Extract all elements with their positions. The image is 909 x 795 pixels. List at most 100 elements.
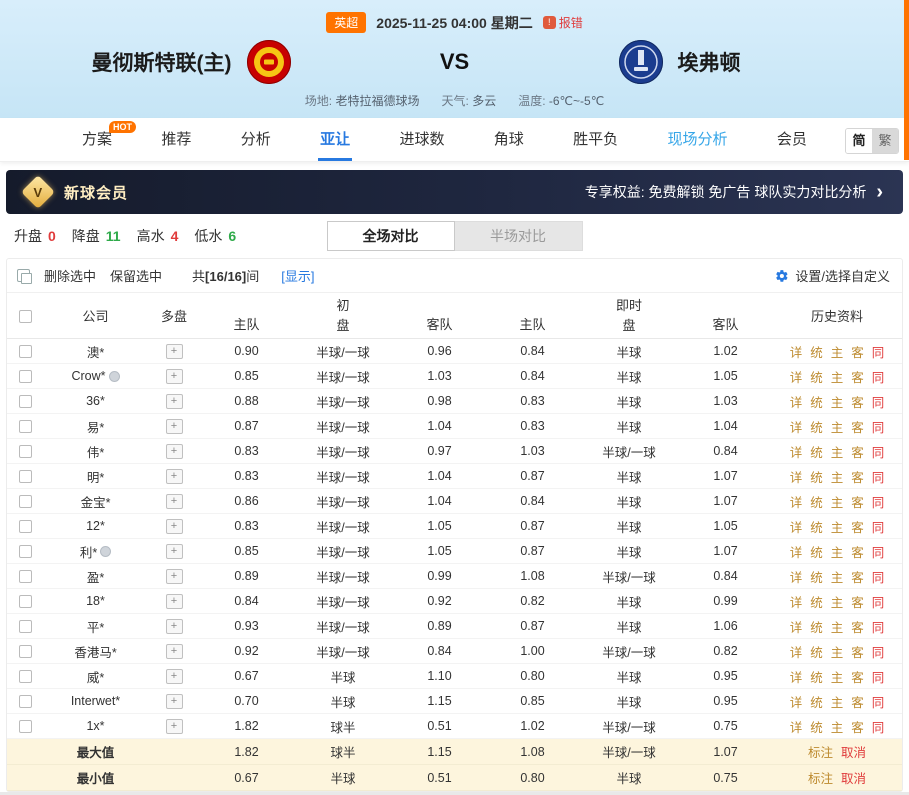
multi-odds-icon[interactable] [166, 719, 183, 734]
summary-action-2[interactable]: 取消 [841, 768, 866, 787]
history-link-4[interactable]: 客 [851, 567, 864, 586]
history-link-5[interactable]: 同 [872, 692, 885, 711]
keep-selected-button[interactable]: 保留选中 [110, 266, 162, 285]
history-link-3[interactable]: 主 [831, 342, 844, 361]
history-link-5[interactable]: 同 [872, 417, 885, 436]
history-link-3[interactable]: 主 [831, 492, 844, 511]
history-link-2[interactable]: 统 [810, 442, 823, 461]
history-link-5[interactable]: 同 [872, 717, 885, 736]
nav-item-8[interactable]: 现场分析 [666, 118, 730, 161]
row-checkbox[interactable] [19, 395, 32, 408]
nav-item-4[interactable]: 亚让 [318, 118, 352, 161]
history-link-2[interactable]: 统 [810, 517, 823, 536]
history-link-1[interactable]: 详 [790, 717, 803, 736]
show-link[interactable]: [显示] [281, 266, 314, 285]
history-link-5[interactable]: 同 [872, 567, 885, 586]
history-link-1[interactable]: 详 [790, 617, 803, 636]
history-link-2[interactable]: 统 [810, 567, 823, 586]
multi-odds-icon[interactable] [166, 669, 183, 684]
multi-odds-icon[interactable] [166, 694, 183, 709]
tab-full-match[interactable]: 全场对比 [327, 221, 455, 251]
row-checkbox[interactable] [19, 420, 32, 433]
history-link-3[interactable]: 主 [831, 367, 844, 386]
history-link-4[interactable]: 客 [851, 542, 864, 561]
history-link-2[interactable]: 统 [810, 592, 823, 611]
history-link-1[interactable]: 详 [790, 342, 803, 361]
history-link-1[interactable]: 详 [790, 667, 803, 686]
history-link-2[interactable]: 统 [810, 367, 823, 386]
history-link-2[interactable]: 统 [810, 342, 823, 361]
vip-banner-benefit[interactable]: 专享权益: 免费解锁 免广告 球队实力对比分析 › [585, 182, 883, 202]
history-link-1[interactable]: 详 [790, 517, 803, 536]
report-error-link[interactable]: 报错 [543, 14, 583, 31]
row-checkbox[interactable] [19, 370, 32, 383]
history-link-1[interactable]: 详 [790, 542, 803, 561]
multi-odds-icon[interactable] [166, 519, 183, 534]
multi-odds-icon[interactable] [166, 544, 183, 559]
history-link-2[interactable]: 统 [810, 667, 823, 686]
summary-action-2[interactable]: 取消 [841, 742, 866, 761]
history-link-4[interactable]: 客 [851, 592, 864, 611]
history-link-2[interactable]: 统 [810, 542, 823, 561]
multi-odds-icon[interactable] [166, 594, 183, 609]
history-link-1[interactable]: 详 [790, 692, 803, 711]
history-link-1[interactable]: 详 [790, 417, 803, 436]
history-link-2[interactable]: 统 [810, 467, 823, 486]
lang-simplified-button[interactable]: 简 [846, 129, 872, 153]
history-link-5[interactable]: 同 [872, 392, 885, 411]
history-link-4[interactable]: 客 [851, 492, 864, 511]
row-checkbox[interactable] [19, 520, 32, 533]
row-checkbox[interactable] [19, 645, 32, 658]
summary-action-1[interactable]: 标注 [808, 768, 833, 787]
history-link-2[interactable]: 统 [810, 492, 823, 511]
history-link-3[interactable]: 主 [831, 567, 844, 586]
multi-odds-icon[interactable] [166, 619, 183, 634]
history-link-3[interactable]: 主 [831, 642, 844, 661]
history-link-4[interactable]: 客 [851, 442, 864, 461]
history-link-3[interactable]: 主 [831, 417, 844, 436]
history-link-3[interactable]: 主 [831, 592, 844, 611]
history-link-4[interactable]: 客 [851, 417, 864, 436]
multi-odds-icon[interactable] [166, 469, 183, 484]
history-link-3[interactable]: 主 [831, 692, 844, 711]
history-link-4[interactable]: 客 [851, 392, 864, 411]
history-link-4[interactable]: 客 [851, 467, 864, 486]
row-checkbox[interactable] [19, 595, 32, 608]
history-link-4[interactable]: 客 [851, 517, 864, 536]
history-link-2[interactable]: 统 [810, 642, 823, 661]
nav-item-1[interactable]: 方案HOT [80, 118, 114, 161]
vip-banner[interactable]: 新球会员 专享权益: 免费解锁 免广告 球队实力对比分析 › [6, 170, 903, 214]
history-link-3[interactable]: 主 [831, 617, 844, 636]
row-checkbox[interactable] [19, 620, 32, 633]
row-checkbox[interactable] [19, 570, 32, 583]
history-link-2[interactable]: 统 [810, 417, 823, 436]
history-link-1[interactable]: 详 [790, 567, 803, 586]
history-link-5[interactable]: 同 [872, 667, 885, 686]
nav-item-3[interactable]: 分析 [239, 118, 273, 161]
history-link-3[interactable]: 主 [831, 442, 844, 461]
history-link-3[interactable]: 主 [831, 667, 844, 686]
history-link-2[interactable]: 统 [810, 717, 823, 736]
history-link-2[interactable]: 统 [810, 692, 823, 711]
multi-odds-icon[interactable] [166, 394, 183, 409]
history-link-4[interactable]: 客 [851, 617, 864, 636]
history-link-4[interactable]: 客 [851, 642, 864, 661]
history-link-4[interactable]: 客 [851, 342, 864, 361]
multi-odds-icon[interactable] [166, 494, 183, 509]
delete-selected-button[interactable]: 删除选中 [44, 266, 96, 285]
history-link-5[interactable]: 同 [872, 342, 885, 361]
history-link-5[interactable]: 同 [872, 467, 885, 486]
row-checkbox[interactable] [19, 495, 32, 508]
nav-item-5[interactable]: 进球数 [397, 118, 446, 161]
history-link-3[interactable]: 主 [831, 542, 844, 561]
history-link-4[interactable]: 客 [851, 667, 864, 686]
history-link-4[interactable]: 客 [851, 367, 864, 386]
history-link-4[interactable]: 客 [851, 717, 864, 736]
nav-item-6[interactable]: 角球 [492, 118, 526, 161]
row-checkbox[interactable] [19, 545, 32, 558]
history-link-5[interactable]: 同 [872, 592, 885, 611]
history-link-1[interactable]: 详 [790, 467, 803, 486]
history-link-1[interactable]: 详 [790, 642, 803, 661]
history-link-1[interactable]: 详 [790, 442, 803, 461]
history-link-1[interactable]: 详 [790, 367, 803, 386]
